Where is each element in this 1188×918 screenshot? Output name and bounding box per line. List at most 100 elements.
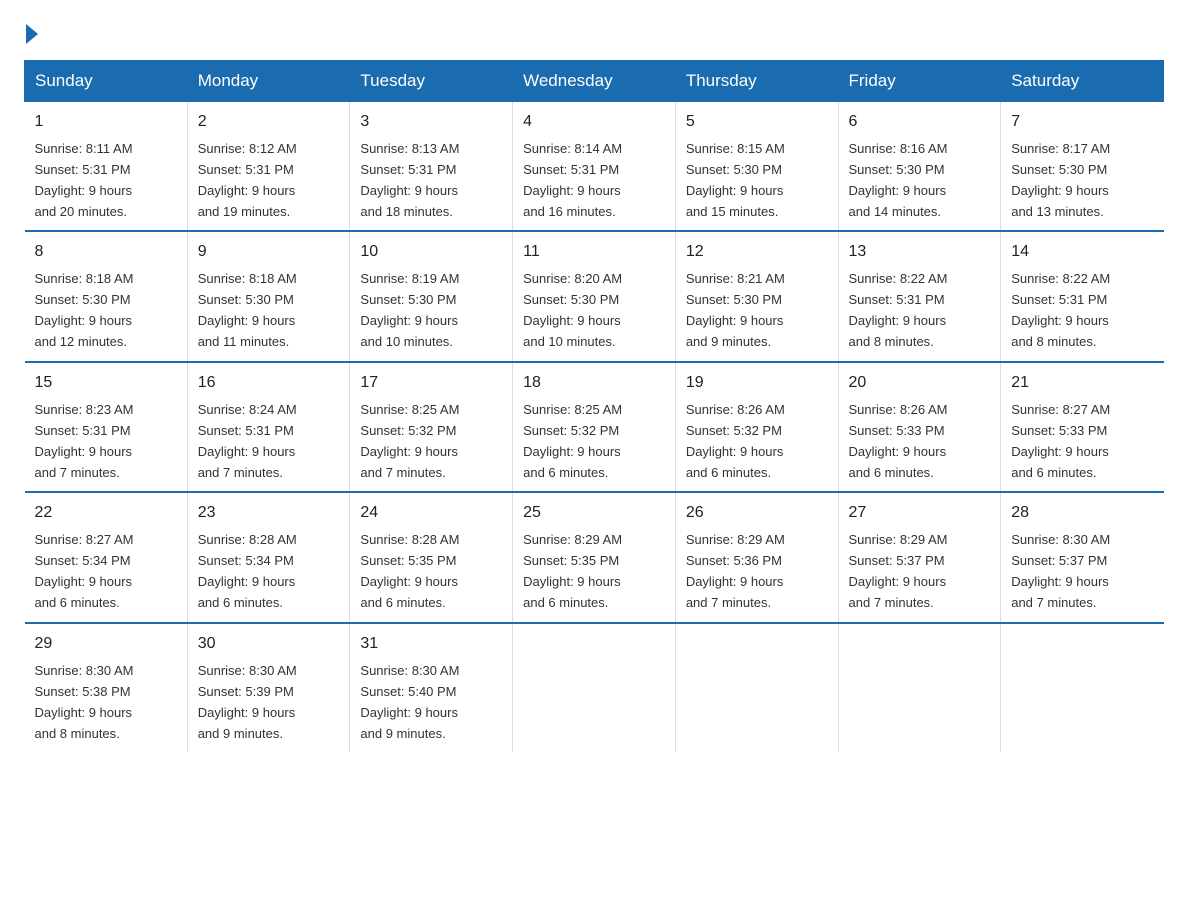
day-number: 5 bbox=[686, 110, 828, 135]
calendar-cell: 28 Sunrise: 8:30 AMSunset: 5:37 PMDaylig… bbox=[1001, 492, 1164, 622]
day-info: Sunrise: 8:16 AMSunset: 5:30 PMDaylight:… bbox=[849, 141, 948, 219]
day-number: 26 bbox=[686, 501, 828, 526]
day-number: 12 bbox=[686, 240, 828, 265]
header-saturday: Saturday bbox=[1001, 61, 1164, 102]
page-header bbox=[24, 24, 1164, 44]
calendar-cell: 14 Sunrise: 8:22 AMSunset: 5:31 PMDaylig… bbox=[1001, 231, 1164, 361]
day-info: Sunrise: 8:22 AMSunset: 5:31 PMDaylight:… bbox=[849, 271, 948, 349]
calendar-cell: 2 Sunrise: 8:12 AMSunset: 5:31 PMDayligh… bbox=[187, 102, 350, 232]
day-number: 1 bbox=[35, 110, 177, 135]
calendar-cell: 20 Sunrise: 8:26 AMSunset: 5:33 PMDaylig… bbox=[838, 362, 1001, 492]
day-number: 11 bbox=[523, 240, 665, 265]
day-info: Sunrise: 8:29 AMSunset: 5:37 PMDaylight:… bbox=[849, 532, 948, 610]
calendar-cell: 7 Sunrise: 8:17 AMSunset: 5:30 PMDayligh… bbox=[1001, 102, 1164, 232]
calendar-cell: 23 Sunrise: 8:28 AMSunset: 5:34 PMDaylig… bbox=[187, 492, 350, 622]
day-number: 30 bbox=[198, 632, 340, 657]
calendar-cell bbox=[838, 623, 1001, 752]
day-number: 15 bbox=[35, 371, 177, 396]
day-info: Sunrise: 8:19 AMSunset: 5:30 PMDaylight:… bbox=[360, 271, 459, 349]
calendar-cell: 18 Sunrise: 8:25 AMSunset: 5:32 PMDaylig… bbox=[513, 362, 676, 492]
day-info: Sunrise: 8:18 AMSunset: 5:30 PMDaylight:… bbox=[198, 271, 297, 349]
day-number: 29 bbox=[35, 632, 177, 657]
calendar-cell: 31 Sunrise: 8:30 AMSunset: 5:40 PMDaylig… bbox=[350, 623, 513, 752]
calendar-week-row: 22 Sunrise: 8:27 AMSunset: 5:34 PMDaylig… bbox=[25, 492, 1164, 622]
day-info: Sunrise: 8:30 AMSunset: 5:40 PMDaylight:… bbox=[360, 663, 459, 741]
day-number: 8 bbox=[35, 240, 177, 265]
calendar-week-row: 1 Sunrise: 8:11 AMSunset: 5:31 PMDayligh… bbox=[25, 102, 1164, 232]
day-number: 9 bbox=[198, 240, 340, 265]
header-monday: Monday bbox=[187, 61, 350, 102]
day-info: Sunrise: 8:21 AMSunset: 5:30 PMDaylight:… bbox=[686, 271, 785, 349]
day-number: 25 bbox=[523, 501, 665, 526]
calendar-cell: 6 Sunrise: 8:16 AMSunset: 5:30 PMDayligh… bbox=[838, 102, 1001, 232]
day-number: 22 bbox=[35, 501, 177, 526]
calendar-cell: 1 Sunrise: 8:11 AMSunset: 5:31 PMDayligh… bbox=[25, 102, 188, 232]
day-info: Sunrise: 8:30 AMSunset: 5:38 PMDaylight:… bbox=[35, 663, 134, 741]
header-wednesday: Wednesday bbox=[513, 61, 676, 102]
calendar-cell: 3 Sunrise: 8:13 AMSunset: 5:31 PMDayligh… bbox=[350, 102, 513, 232]
day-info: Sunrise: 8:29 AMSunset: 5:35 PMDaylight:… bbox=[523, 532, 622, 610]
day-info: Sunrise: 8:14 AMSunset: 5:31 PMDaylight:… bbox=[523, 141, 622, 219]
calendar-week-row: 8 Sunrise: 8:18 AMSunset: 5:30 PMDayligh… bbox=[25, 231, 1164, 361]
calendar-week-row: 29 Sunrise: 8:30 AMSunset: 5:38 PMDaylig… bbox=[25, 623, 1164, 752]
calendar-cell: 24 Sunrise: 8:28 AMSunset: 5:35 PMDaylig… bbox=[350, 492, 513, 622]
calendar-cell: 25 Sunrise: 8:29 AMSunset: 5:35 PMDaylig… bbox=[513, 492, 676, 622]
calendar-cell: 21 Sunrise: 8:27 AMSunset: 5:33 PMDaylig… bbox=[1001, 362, 1164, 492]
day-info: Sunrise: 8:24 AMSunset: 5:31 PMDaylight:… bbox=[198, 402, 297, 480]
calendar-cell: 26 Sunrise: 8:29 AMSunset: 5:36 PMDaylig… bbox=[675, 492, 838, 622]
calendar-cell: 29 Sunrise: 8:30 AMSunset: 5:38 PMDaylig… bbox=[25, 623, 188, 752]
calendar-cell: 11 Sunrise: 8:20 AMSunset: 5:30 PMDaylig… bbox=[513, 231, 676, 361]
calendar-header-row: SundayMondayTuesdayWednesdayThursdayFrid… bbox=[25, 61, 1164, 102]
day-number: 3 bbox=[360, 110, 502, 135]
header-friday: Friday bbox=[838, 61, 1001, 102]
day-number: 20 bbox=[849, 371, 991, 396]
calendar-cell: 15 Sunrise: 8:23 AMSunset: 5:31 PMDaylig… bbox=[25, 362, 188, 492]
day-info: Sunrise: 8:28 AMSunset: 5:35 PMDaylight:… bbox=[360, 532, 459, 610]
day-number: 6 bbox=[849, 110, 991, 135]
day-info: Sunrise: 8:30 AMSunset: 5:37 PMDaylight:… bbox=[1011, 532, 1110, 610]
day-info: Sunrise: 8:28 AMSunset: 5:34 PMDaylight:… bbox=[198, 532, 297, 610]
calendar-cell bbox=[1001, 623, 1164, 752]
day-info: Sunrise: 8:15 AMSunset: 5:30 PMDaylight:… bbox=[686, 141, 785, 219]
day-info: Sunrise: 8:25 AMSunset: 5:32 PMDaylight:… bbox=[360, 402, 459, 480]
header-tuesday: Tuesday bbox=[350, 61, 513, 102]
header-sunday: Sunday bbox=[25, 61, 188, 102]
calendar-cell: 4 Sunrise: 8:14 AMSunset: 5:31 PMDayligh… bbox=[513, 102, 676, 232]
day-number: 19 bbox=[686, 371, 828, 396]
day-number: 31 bbox=[360, 632, 502, 657]
calendar-cell: 8 Sunrise: 8:18 AMSunset: 5:30 PMDayligh… bbox=[25, 231, 188, 361]
header-thursday: Thursday bbox=[675, 61, 838, 102]
logo-arrow-icon bbox=[26, 24, 38, 44]
logo bbox=[24, 24, 40, 44]
day-number: 23 bbox=[198, 501, 340, 526]
day-info: Sunrise: 8:23 AMSunset: 5:31 PMDaylight:… bbox=[35, 402, 134, 480]
day-info: Sunrise: 8:11 AMSunset: 5:31 PMDaylight:… bbox=[35, 141, 133, 219]
calendar-cell: 16 Sunrise: 8:24 AMSunset: 5:31 PMDaylig… bbox=[187, 362, 350, 492]
day-number: 2 bbox=[198, 110, 340, 135]
day-number: 21 bbox=[1011, 371, 1153, 396]
calendar-cell bbox=[675, 623, 838, 752]
day-info: Sunrise: 8:27 AMSunset: 5:33 PMDaylight:… bbox=[1011, 402, 1110, 480]
calendar-cell: 10 Sunrise: 8:19 AMSunset: 5:30 PMDaylig… bbox=[350, 231, 513, 361]
calendar-cell: 5 Sunrise: 8:15 AMSunset: 5:30 PMDayligh… bbox=[675, 102, 838, 232]
day-number: 16 bbox=[198, 371, 340, 396]
day-info: Sunrise: 8:30 AMSunset: 5:39 PMDaylight:… bbox=[198, 663, 297, 741]
calendar-table: SundayMondayTuesdayWednesdayThursdayFrid… bbox=[24, 60, 1164, 752]
day-number: 10 bbox=[360, 240, 502, 265]
calendar-week-row: 15 Sunrise: 8:23 AMSunset: 5:31 PMDaylig… bbox=[25, 362, 1164, 492]
day-info: Sunrise: 8:25 AMSunset: 5:32 PMDaylight:… bbox=[523, 402, 622, 480]
day-number: 14 bbox=[1011, 240, 1153, 265]
day-info: Sunrise: 8:18 AMSunset: 5:30 PMDaylight:… bbox=[35, 271, 134, 349]
day-info: Sunrise: 8:26 AMSunset: 5:33 PMDaylight:… bbox=[849, 402, 948, 480]
day-info: Sunrise: 8:29 AMSunset: 5:36 PMDaylight:… bbox=[686, 532, 785, 610]
calendar-cell: 19 Sunrise: 8:26 AMSunset: 5:32 PMDaylig… bbox=[675, 362, 838, 492]
day-number: 18 bbox=[523, 371, 665, 396]
day-number: 27 bbox=[849, 501, 991, 526]
calendar-cell: 13 Sunrise: 8:22 AMSunset: 5:31 PMDaylig… bbox=[838, 231, 1001, 361]
calendar-cell bbox=[513, 623, 676, 752]
day-number: 28 bbox=[1011, 501, 1153, 526]
day-number: 7 bbox=[1011, 110, 1153, 135]
calendar-cell: 17 Sunrise: 8:25 AMSunset: 5:32 PMDaylig… bbox=[350, 362, 513, 492]
day-info: Sunrise: 8:17 AMSunset: 5:30 PMDaylight:… bbox=[1011, 141, 1110, 219]
day-info: Sunrise: 8:22 AMSunset: 5:31 PMDaylight:… bbox=[1011, 271, 1110, 349]
